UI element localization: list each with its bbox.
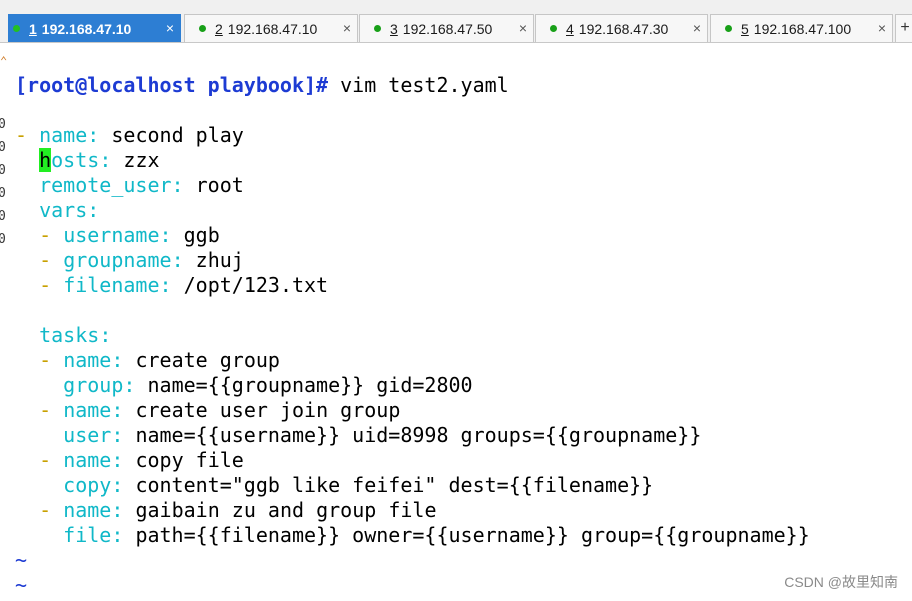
close-tab-icon[interactable]: × — [693, 20, 701, 36]
connected-status-icon — [13, 25, 20, 32]
yaml-line-tasks: tasks: — [39, 323, 112, 347]
yaml-task-name: - name: gaibain zu and group file — [39, 498, 437, 522]
connected-status-icon — [374, 25, 381, 32]
connected-status-icon — [725, 25, 732, 32]
yaml-task-module: group: name={{groupname}} gid=2800 — [63, 373, 473, 397]
new-tab-button[interactable]: + — [895, 14, 912, 42]
yaml-var-item: - groupname: zhuj — [39, 248, 244, 272]
shell-command: vim test2.yaml — [328, 73, 509, 97]
yaml-task-module: file: path={{filename}} owner={{username… — [63, 523, 810, 547]
yaml-task-name: - name: create user join group — [39, 398, 401, 422]
connected-status-icon — [550, 25, 557, 32]
session-tab-4[interactable]: 4 192.168.47.30 × — [535, 14, 708, 42]
session-tab-5[interactable]: 5 192.168.47.100 × — [710, 14, 893, 42]
watermark: CSDN @故里知南 — [784, 574, 898, 590]
yaml-var-item: - username: ggb — [39, 223, 220, 247]
yaml-line-vars: vars: — [39, 198, 100, 222]
tab-label: 1 192.168.47.10 — [29, 20, 132, 37]
session-tab-3[interactable]: 3 192.168.47.50 × — [359, 14, 534, 42]
tab-label: 2 192.168.47.10 — [215, 20, 318, 37]
session-tab-1[interactable]: 1 192.168.47.10 × — [8, 14, 181, 42]
yaml-line-remote-user: remote_user: root — [39, 173, 244, 197]
session-tab-2[interactable]: 2 192.168.47.10 × — [184, 14, 358, 42]
vim-empty-line-tilde: ~ — [15, 548, 28, 572]
close-tab-icon[interactable]: × — [878, 20, 886, 36]
shell-command-line: [root@localhost playbook]# vim test2.yam… — [15, 73, 509, 98]
yaml-line-name: - name: second play — [15, 123, 244, 147]
yaml-task-name: - name: create group — [39, 348, 280, 372]
text-cursor: h — [39, 148, 52, 172]
session-tab-bar: 1 192.168.47.10 × 2 192.168.47.10 × 3 192.1… — [0, 0, 912, 43]
tab-label: 4 192.168.47.30 — [566, 20, 669, 37]
close-tab-icon[interactable]: × — [519, 20, 527, 36]
tab-label: 5 192.168.47.100 — [741, 20, 852, 37]
shell-prompt: [root@localhost playbook]# — [15, 73, 329, 97]
tab-label: 3 192.168.47.50 — [390, 20, 493, 37]
vim-empty-line-tilde: ~ — [15, 573, 28, 597]
terminal-output[interactable]: [root@localhost playbook]# vim test2.yam… — [0, 43, 912, 601]
close-tab-icon[interactable]: × — [343, 20, 351, 36]
yaml-line-hosts: hosts: zzx — [39, 148, 160, 172]
yaml-var-item: - filename: /opt/123.txt — [39, 273, 329, 297]
yaml-task-name: - name: copy file — [39, 448, 244, 472]
yaml-task-module: user: name={{username}} uid=8998 groups=… — [63, 423, 702, 447]
close-tab-icon[interactable]: × — [166, 20, 174, 36]
connected-status-icon — [199, 25, 206, 32]
yaml-task-module: copy: content="ggb like feifei" dest={{f… — [63, 473, 654, 497]
